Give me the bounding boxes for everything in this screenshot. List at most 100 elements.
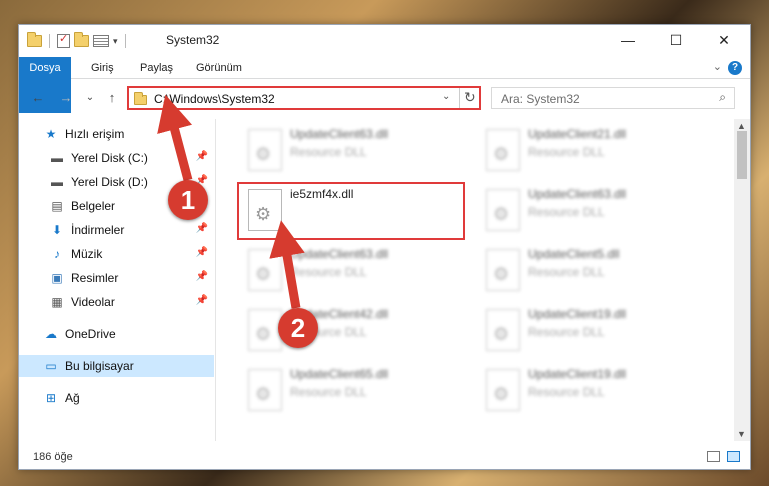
sidebar-item-onedrive[interactable]: ☁ OneDrive (19, 323, 214, 345)
drive-icon: ▬ (51, 151, 63, 165)
sidebar-item-label: Belgeler (71, 199, 116, 213)
maximize-button[interactable]: ☐ (653, 25, 699, 55)
list-item[interactable]: UpdateClient19.dll Resource DLL (478, 303, 708, 359)
list-item[interactable]: UpdateClient63.dll Resource DLL (478, 183, 708, 239)
view-icon[interactable] (93, 35, 109, 47)
pin-icon: 📌 (195, 247, 208, 258)
scrollbar-thumb[interactable] (737, 131, 747, 179)
help-icon[interactable]: ? (728, 61, 742, 75)
expand-ribbon-chevron-icon[interactable]: ⌄ (713, 60, 722, 73)
vertical-scrollbar[interactable]: ▲ ▼ (734, 119, 750, 441)
search-icon[interactable]: ⌕ (719, 90, 726, 105)
sidebar-item-videos[interactable]: ▦ Videolar 📌 (19, 291, 214, 313)
details-view-icon[interactable] (707, 451, 720, 462)
customize-toolbar-chevron-icon[interactable]: ▾ (113, 36, 118, 47)
scroll-down-icon[interactable]: ▼ (737, 429, 746, 439)
sidebar-item-pictures[interactable]: ▣ Resimler 📌 (19, 267, 214, 289)
search-box[interactable]: Ara: System32 ⌕ (491, 87, 735, 109)
address-path[interactable]: C:\Windows\System32 (154, 92, 275, 106)
list-item[interactable]: UpdateClient5.dll Resource DLL (478, 243, 708, 299)
sidebar-item-quick-access[interactable]: ★ Hızlı erişim (19, 123, 214, 145)
navigation-pane: ★ Hızlı erişim ▬ Yerel Disk (C:) 📌 ▬ Yer… (19, 119, 215, 441)
dll-file-icon (486, 309, 520, 351)
status-bar: 186 öğe (19, 445, 750, 469)
sidebar-item-this-pc[interactable]: ▭ Bu bilgisayar (19, 355, 214, 377)
dll-file-icon (486, 249, 520, 291)
network-icon: ⊞ (45, 391, 57, 405)
file-name: UpdateClient63.dll (528, 187, 627, 201)
sidebar-item-downloads[interactable]: ⬇ İndirmeler 📌 (19, 219, 214, 241)
file-description: Resource DLL (528, 145, 605, 159)
file-highlight-box (237, 182, 465, 240)
scroll-up-icon[interactable]: ▲ (737, 121, 746, 131)
list-item[interactable]: UpdateClient42.dll Resource DLL (240, 303, 470, 359)
sidebar-item-label: Yerel Disk (C:) (71, 151, 148, 165)
download-icon: ⬇ (51, 223, 63, 237)
explorer-window: ▾ System32 — ☐ ✕ Dosya Giriş Paylaş Görü… (18, 24, 751, 470)
sidebar-item-label: Videolar (71, 295, 115, 309)
recent-locations-button[interactable]: ⌄ (81, 89, 99, 107)
star-icon: ★ (45, 127, 57, 141)
file-description: Resource DLL (290, 145, 367, 159)
file-name: UpdateClient63.dll (290, 127, 389, 141)
folder-icon (27, 32, 42, 47)
properties-icon[interactable] (57, 32, 70, 48)
tab-giris[interactable]: Giriş (91, 57, 114, 79)
item-count: 186 öğe (33, 451, 73, 463)
up-button[interactable]: ↑ (103, 89, 121, 107)
file-name: UpdateClient19.dll (528, 367, 627, 381)
video-icon: ▦ (51, 295, 63, 309)
tab-gorunum[interactable]: Görünüm (196, 57, 242, 79)
list-item[interactable]: UpdateClient65.dll Resource DLL (240, 363, 470, 419)
sidebar-item-label: Yerel Disk (D:) (71, 175, 148, 189)
file-name: UpdateClient65.dll (290, 367, 389, 381)
file-list: UpdateClient63.dll Resource DLL ie5zmf4x… (216, 119, 736, 441)
address-bar[interactable]: C:\Windows\System32 ⌄ ↻ (127, 86, 481, 110)
dll-file-icon (248, 369, 282, 411)
dll-file-icon (486, 129, 520, 171)
file-name: UpdateClient19.dll (528, 307, 627, 321)
close-button[interactable]: ✕ (701, 25, 747, 55)
file-description: Resource DLL (290, 265, 367, 279)
sidebar-item-music[interactable]: ♪ Müzik 📌 (19, 243, 214, 265)
minimize-button[interactable]: — (605, 25, 651, 55)
ribbon-tabs: Dosya Giriş Paylaş Görünüm ⌄ ? (19, 57, 750, 113)
file-description: Resource DLL (290, 385, 367, 399)
dll-file-icon (248, 309, 282, 351)
sidebar-item-label: Ağ (65, 391, 80, 405)
list-item[interactable]: UpdateClient63.dll Resource DLL (240, 243, 470, 299)
drive-icon: ▬ (51, 175, 63, 189)
title-bar: ▾ System32 — ☐ ✕ (19, 25, 750, 57)
quick-access-toolbar: ▾ (27, 32, 129, 49)
tab-paylas[interactable]: Paylaş (140, 57, 173, 79)
annotation-marker-2: 2 (278, 308, 318, 348)
refresh-icon[interactable]: ↻ (464, 89, 476, 106)
list-item[interactable]: UpdateClient19.dll Resource DLL (478, 363, 708, 419)
new-folder-icon[interactable] (74, 32, 89, 47)
back-button[interactable]: ← (29, 89, 47, 107)
sidebar-item-label: İndirmeler (71, 223, 125, 237)
address-dropdown-icon[interactable]: ⌄ (442, 91, 450, 102)
large-icons-view-icon[interactable] (727, 451, 740, 462)
pin-icon: 📌 (195, 223, 208, 234)
sidebar-item-label: Resimler (71, 271, 119, 285)
forward-button[interactable]: → (57, 89, 75, 107)
file-description: Resource DLL (528, 205, 605, 219)
file-name: UpdateClient63.dll (290, 247, 389, 261)
list-item[interactable]: UpdateClient63.dll Resource DLL (240, 123, 470, 179)
pictures-icon: ▣ (51, 271, 63, 285)
dll-file-icon (486, 369, 520, 411)
sidebar-item-disk-c[interactable]: ▬ Yerel Disk (C:) 📌 (19, 147, 214, 169)
navigation-bar: ← → ⌄ ↑ C:\Windows\System32 ⌄ ↻ Ara: Sys… (19, 85, 750, 113)
search-input[interactable]: Ara: System32 (501, 92, 580, 106)
list-item[interactable]: UpdateClient21.dll Resource DLL (478, 123, 708, 179)
folder-icon (134, 92, 147, 105)
sidebar-item-label: Hızlı erişim (65, 127, 125, 141)
sidebar-item-label: OneDrive (65, 327, 116, 341)
sidebar-item-label: Müzik (71, 247, 103, 261)
sidebar-item-network[interactable]: ⊞ Ağ (19, 387, 214, 409)
dll-file-icon (248, 129, 282, 171)
file-description: Resource DLL (528, 265, 605, 279)
toolbar-divider (49, 34, 50, 48)
toolbar-divider (124, 34, 126, 48)
